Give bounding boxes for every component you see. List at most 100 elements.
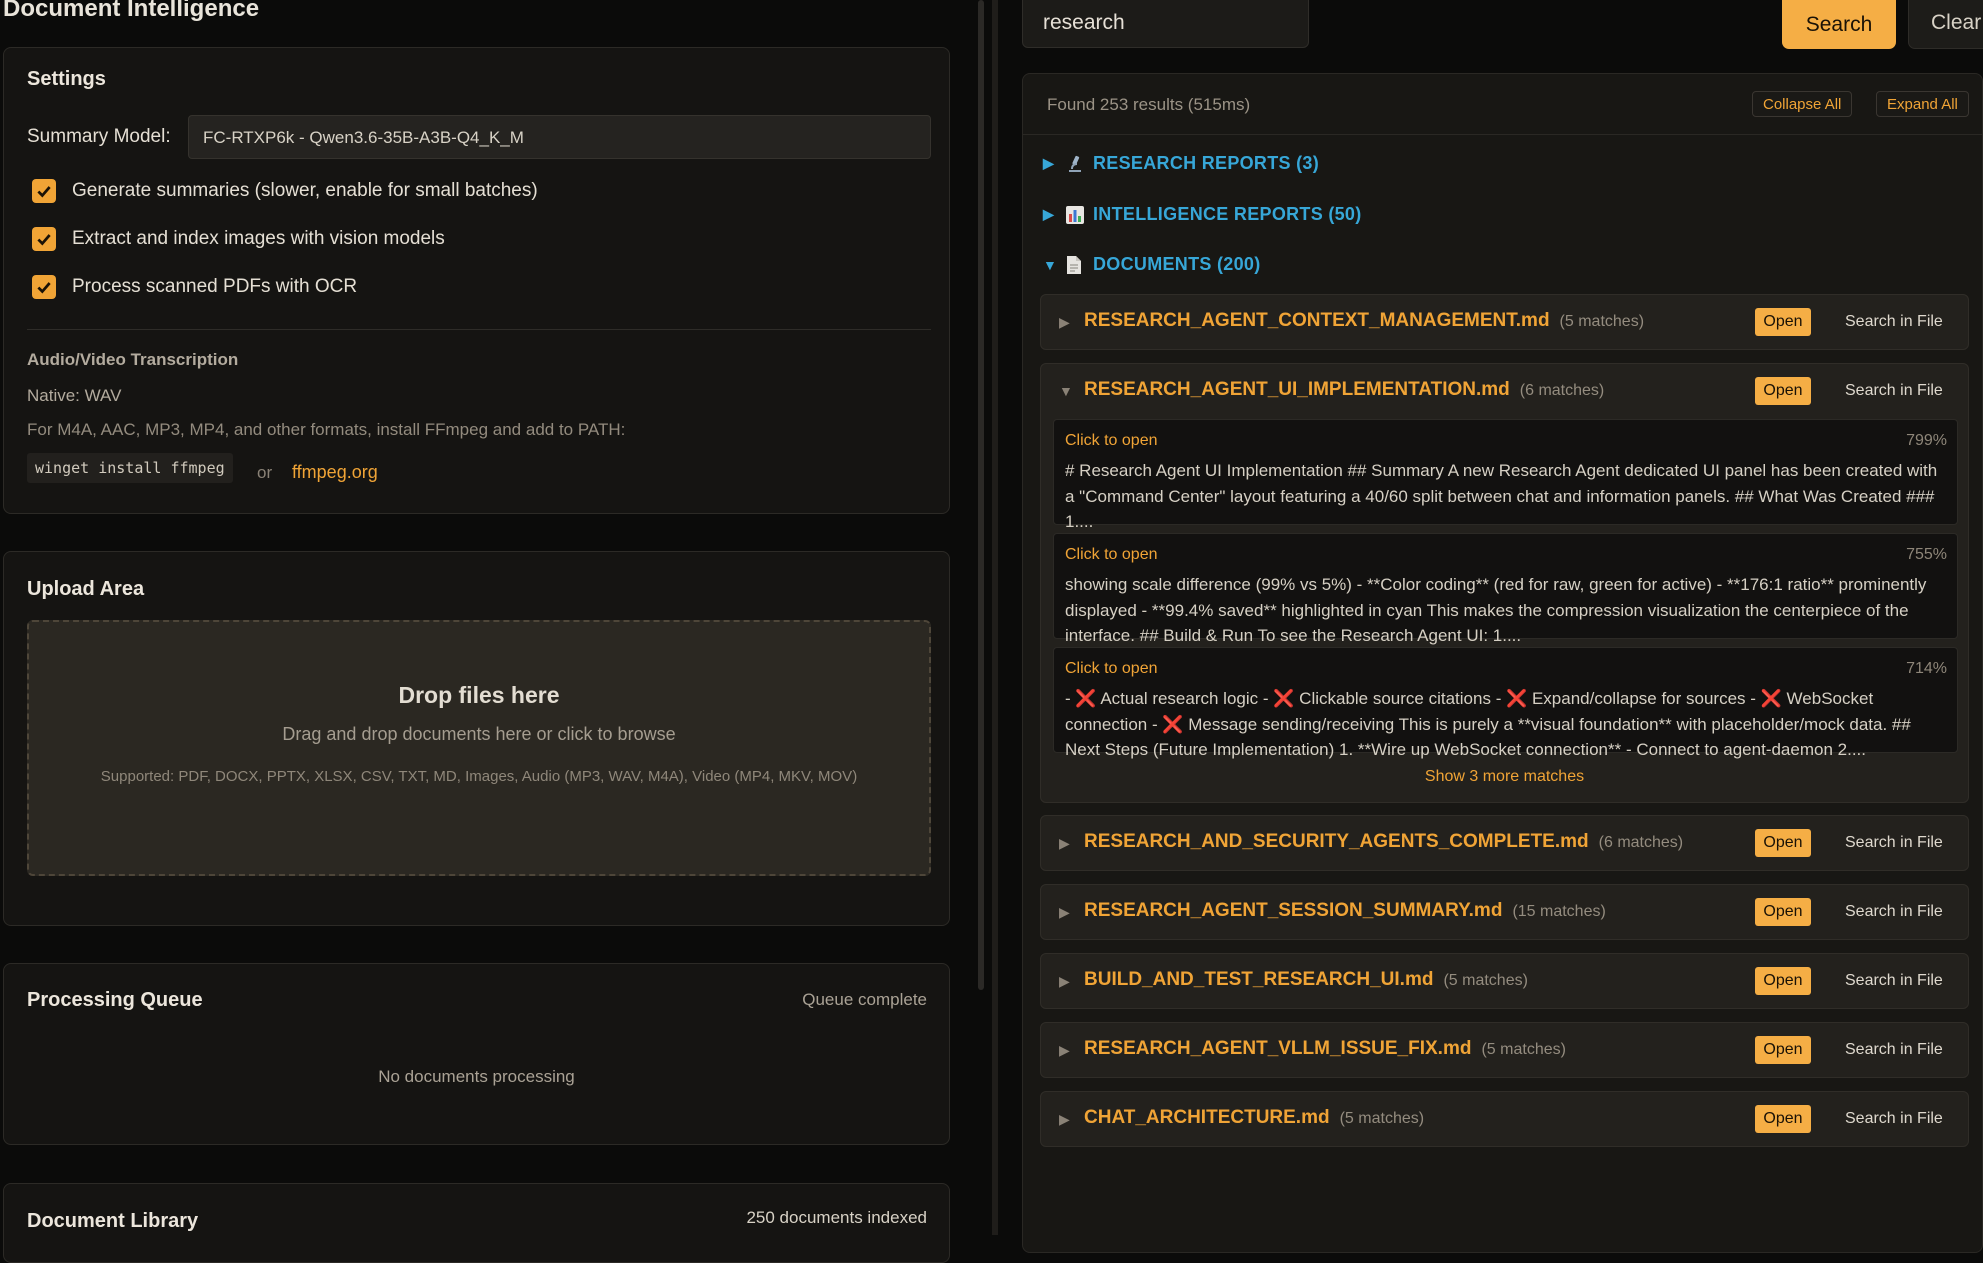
match-score: 714% <box>1906 660 1947 677</box>
file-match-count: (5 matches) <box>1559 313 1645 330</box>
document-library-card: Document Library 250 documents indexed <box>3 1183 950 1263</box>
open-button[interactable]: Open <box>1755 967 1811 995</box>
collapse-all-button[interactable]: Collapse All <box>1752 91 1853 117</box>
file-result-expanded[interactable]: ▼ RESEARCH_AGENT_UI_IMPLEMENTATION.md (6 … <box>1040 363 1969 803</box>
file-header[interactable]: ▶ CHAT_ARCHITECTURE.md (5 matches) Open S… <box>1041 1092 1968 1148</box>
checkbox-checked-icon[interactable] <box>32 179 56 203</box>
category-intelligence-reports[interactable]: ▶ INTELLIGENCE REPORTS (50) <box>1043 204 1362 225</box>
caret-right-icon: ▶ <box>1059 1111 1070 1127</box>
file-match-count: (15 matches) <box>1512 903 1606 920</box>
document-icon <box>1065 255 1093 275</box>
clear-button[interactable]: Clear <box>1908 0 1983 49</box>
checkbox-checked-icon[interactable] <box>32 275 56 299</box>
option-generate-summaries[interactable]: Generate summaries (slower, enable for s… <box>32 179 538 203</box>
search-in-file-button[interactable]: Search in File <box>1845 1110 1943 1128</box>
open-button[interactable]: Open <box>1755 308 1811 336</box>
match-text: showing scale difference (99% vs 5%) - *… <box>1065 575 1927 645</box>
search-in-file-button[interactable]: Search in File <box>1845 1041 1943 1059</box>
divider <box>27 329 931 330</box>
open-button[interactable]: Open <box>1755 1036 1811 1064</box>
search-in-file-button[interactable]: Search in File <box>1845 313 1943 331</box>
file-name[interactable]: RESEARCH_AGENT_UI_IMPLEMENTATION.md (6 ma… <box>1084 379 1604 401</box>
category-label: DOCUMENTS (200) <box>1093 254 1261 274</box>
settings-title: Settings <box>27 68 106 90</box>
summary-model-select[interactable]: FC-RTXP6k - Qwen3.6-35B-A3B-Q4_K_M <box>188 115 931 159</box>
search-in-file-button[interactable]: Search in File <box>1845 382 1943 400</box>
caret-right-icon: ▶ <box>1059 1042 1070 1058</box>
search-in-file-button[interactable]: Search in File <box>1845 834 1943 852</box>
show-more-matches-link[interactable]: Show 3 more matches <box>1041 768 1968 786</box>
av-native-format: Native: WAV <box>27 386 122 405</box>
av-transcription-title: Audio/Video Transcription <box>27 350 239 369</box>
click-to-open-link[interactable]: Click to open <box>1065 432 1158 450</box>
settings-card: Settings Summary Model: FC-RTXP6k - Qwen… <box>3 47 950 514</box>
queue-title: Processing Queue <box>27 989 203 1011</box>
queue-status: Queue complete <box>802 990 927 1009</box>
option-ocr[interactable]: Process scanned PDFs with OCR <box>32 275 357 299</box>
click-to-open-link[interactable]: Click to open <box>1065 660 1158 678</box>
file-header[interactable]: ▶ BUILD_AND_TEST_RESEARCH_UI.md (5 matche… <box>1041 954 1968 1010</box>
file-match-count: (6 matches) <box>1598 834 1684 851</box>
file-name[interactable]: RESEARCH_AND_SECURITY_AGENTS_COMPLETE.md… <box>1084 831 1683 853</box>
search-in-file-button[interactable]: Search in File <box>1845 972 1943 990</box>
file-header[interactable]: ▼ RESEARCH_AGENT_UI_IMPLEMENTATION.md (6 … <box>1041 364 1968 420</box>
search-in-file-button[interactable]: Search in File <box>1845 903 1943 921</box>
file-result[interactable]: ▶ RESEARCH_AGENT_SESSION_SUMMARY.md (15 m… <box>1040 884 1969 940</box>
file-name[interactable]: BUILD_AND_TEST_RESEARCH_UI.md (5 matches) <box>1084 969 1528 991</box>
caret-right-icon: ▶ <box>1059 314 1070 330</box>
checkbox-checked-icon[interactable] <box>32 227 56 251</box>
category-label: RESEARCH REPORTS (3) <box>1093 153 1320 173</box>
open-button[interactable]: Open <box>1755 1105 1811 1133</box>
click-to-open-link[interactable]: Click to open <box>1065 546 1158 564</box>
microscope-icon <box>1065 154 1093 174</box>
cross-mark-icon: ❌ <box>1273 689 1295 708</box>
open-button[interactable]: Open <box>1755 829 1811 857</box>
file-result[interactable]: ▶ RESEARCH_AGENT_CONTEXT_MANAGEMENT.md (5… <box>1040 294 1969 350</box>
category-research-reports[interactable]: ▶ RESEARCH REPORTS (3) <box>1043 153 1319 174</box>
file-header[interactable]: ▶ RESEARCH_AGENT_VLLM_ISSUE_FIX.md (5 mat… <box>1041 1023 1968 1079</box>
open-button[interactable]: Open <box>1755 377 1811 405</box>
file-result[interactable]: ▶ RESEARCH_AGENT_VLLM_ISSUE_FIX.md (5 mat… <box>1040 1022 1969 1078</box>
av-ffmpeg-note: For M4A, AAC, MP3, MP4, and other format… <box>27 420 626 439</box>
file-result[interactable]: ▶ CHAT_ARCHITECTURE.md (5 matches) Open S… <box>1040 1091 1969 1147</box>
open-button[interactable]: Open <box>1755 898 1811 926</box>
match-score: 799% <box>1906 432 1947 449</box>
file-header[interactable]: ▶ RESEARCH_AGENT_CONTEXT_MANAGEMENT.md (5… <box>1041 295 1968 351</box>
file-match-count: (5 matches) <box>1443 972 1528 989</box>
search-button[interactable]: Search <box>1782 0 1896 49</box>
file-result[interactable]: ▶ RESEARCH_AND_SECURITY_AGENTS_COMPLETE.… <box>1040 815 1969 871</box>
summary-model-label: Summary Model: <box>27 126 171 147</box>
ffmpeg-link[interactable]: ffmpeg.org <box>292 462 378 483</box>
match-snippet[interactable]: Click to open 714% - ❌ Actual research l… <box>1053 647 1958 759</box>
file-name[interactable]: RESEARCH_AGENT_CONTEXT_MANAGEMENT.md (5 m… <box>1084 310 1644 332</box>
caret-right-icon: ▶ <box>1059 835 1070 851</box>
file-result[interactable]: ▶ BUILD_AND_TEST_RESEARCH_UI.md (5 matche… <box>1040 953 1969 1009</box>
results-panel: Found 253 results (515ms) Collapse All E… <box>1022 73 1983 1253</box>
right-panel: research Search Clear Found 253 results … <box>998 0 1983 1253</box>
drop-title: Drop files here <box>398 682 560 708</box>
file-name[interactable]: CHAT_ARCHITECTURE.md (5 matches) <box>1084 1107 1424 1129</box>
caret-right-icon: ▶ <box>1059 973 1070 989</box>
file-header[interactable]: ▶ RESEARCH_AGENT_SESSION_SUMMARY.md (15 m… <box>1041 885 1968 941</box>
file-match-count: (6 matches) <box>1519 382 1605 399</box>
file-header[interactable]: ▶ RESEARCH_AND_SECURITY_AGENTS_COMPLETE.… <box>1041 816 1968 872</box>
bar-chart-icon <box>1065 205 1093 225</box>
caret-right-icon: ▶ <box>1043 155 1055 171</box>
option-extract-images[interactable]: Extract and index images with vision mod… <box>32 227 445 251</box>
page-title: Document Intelligence <box>3 0 260 22</box>
library-count: 250 documents indexed <box>746 1208 927 1227</box>
category-documents[interactable]: ▼ DOCUMENTS (200) <box>1043 254 1261 275</box>
library-title: Document Library <box>27 1210 199 1232</box>
left-scrollbar[interactable] <box>978 0 984 990</box>
match-snippet[interactable]: Click to open 755% showing scale differe… <box>1053 533 1958 645</box>
match-snippet[interactable]: Click to open 799% # Research Agent UI I… <box>1053 419 1958 531</box>
search-input[interactable]: research <box>1022 0 1309 48</box>
supported-formats: Supported: PDF, DOCX, PPTX, XLSX, CSV, T… <box>100 768 858 785</box>
expand-all-button[interactable]: Expand All <box>1876 91 1969 117</box>
file-name[interactable]: RESEARCH_AGENT_SESSION_SUMMARY.md (15 mat… <box>1084 900 1606 922</box>
left-panel: Document Intelligence Settings Summary M… <box>0 0 975 1263</box>
cross-mark-icon: ❌ <box>1506 689 1528 708</box>
file-name[interactable]: RESEARCH_AGENT_VLLM_ISSUE_FIX.md (5 match… <box>1084 1038 1566 1060</box>
drop-zone[interactable]: Drop files here Drag and drop documents … <box>27 620 931 876</box>
drop-subtitle: Drag and drop documents here or click to… <box>282 724 676 744</box>
